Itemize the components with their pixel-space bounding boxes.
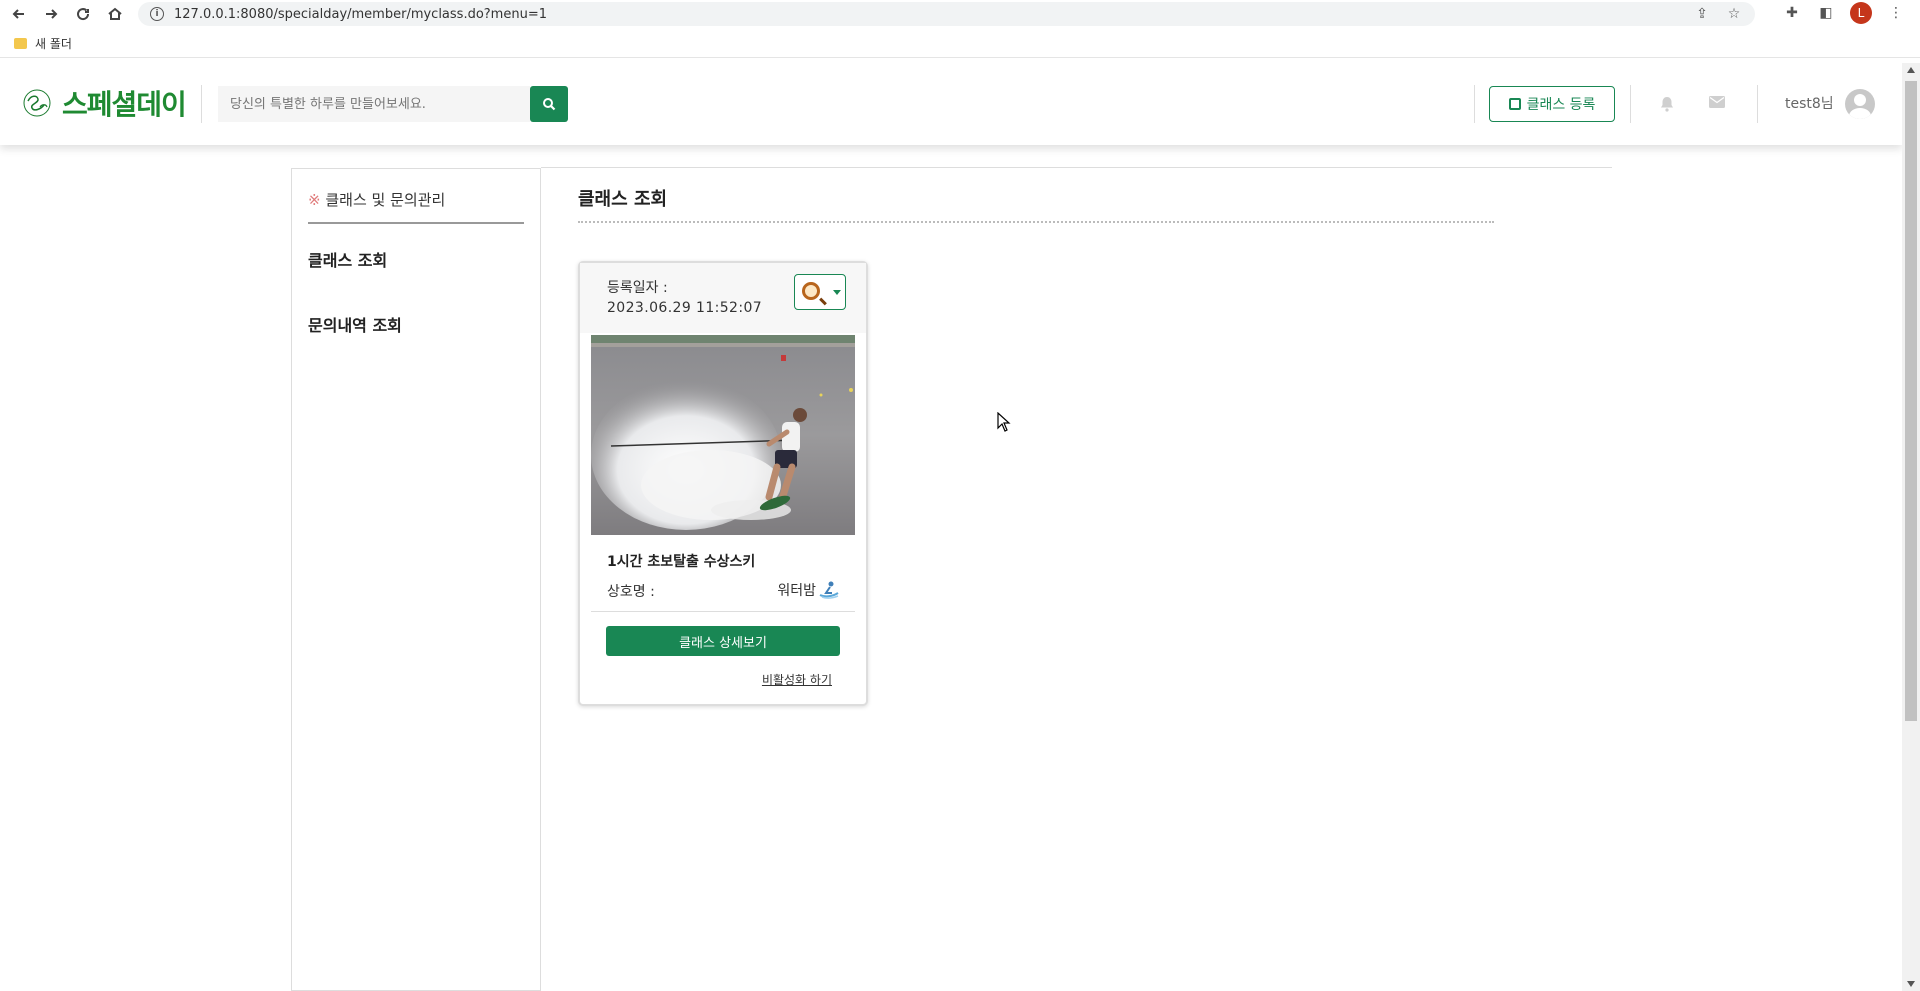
- card-divider: [591, 611, 855, 612]
- deactivate-link[interactable]: 비활성화 하기: [762, 671, 832, 688]
- card-options-dropdown[interactable]: [794, 274, 846, 310]
- scroll-up-icon[interactable]: [1907, 67, 1915, 73]
- logo-mark: [18, 87, 56, 119]
- back-icon[interactable]: [6, 1, 32, 27]
- chevron-down-icon: [833, 290, 841, 295]
- url-text: 127.0.0.1:8080/specialday/member/myclass…: [174, 6, 547, 22]
- username[interactable]: test8님: [1785, 93, 1834, 113]
- divider: [1630, 85, 1631, 123]
- bookmark-star-icon[interactable]: ☆: [1725, 5, 1743, 23]
- sidebar-item-class-list[interactable]: 클래스 조회: [308, 247, 387, 271]
- sidebar-title: ※ 클래스 및 문의관리: [308, 191, 446, 209]
- scroll-down-icon[interactable]: [1907, 981, 1915, 987]
- sidebar-divider: [308, 222, 524, 224]
- register-class-button[interactable]: 클래스 등록: [1489, 86, 1615, 122]
- bookmarks-bar: 새 폴더: [0, 30, 1920, 58]
- water-ski-icon: [819, 581, 839, 599]
- calendar-plus-icon: [1508, 98, 1521, 110]
- card-header: 등록일자 : 2023.06.29 11:52:07: [580, 263, 866, 333]
- bell-icon[interactable]: [1660, 96, 1674, 116]
- divider: [541, 167, 1612, 168]
- class-card: 등록일자 : 2023.06.29 11:52:07 1시간 초보탈출 수상스키…: [578, 261, 868, 706]
- logo-text: 스페셜데이: [62, 88, 187, 121]
- page-title: 클래스 조회: [578, 189, 668, 210]
- folder-icon: [14, 38, 27, 49]
- page: 스페셜데이 클래스 등록 test8님 ※ 클래스 및 문의: [0, 63, 1902, 991]
- class-detail-button[interactable]: 클래스 상세보기: [606, 626, 840, 656]
- search-input[interactable]: [218, 86, 530, 122]
- scrollbar-thumb[interactable]: [1905, 81, 1917, 721]
- mouse-cursor-icon: [997, 412, 1011, 432]
- title-divider: [578, 221, 1494, 223]
- browser-toolbar: i 127.0.0.1:8080/specialday/member/mycla…: [0, 0, 1920, 28]
- search-bar: [218, 86, 568, 122]
- company-name: 워터밤: [777, 579, 840, 601]
- reload-icon[interactable]: [70, 1, 96, 27]
- sidebar-item-inquiries[interactable]: 문의내역 조회: [308, 312, 402, 336]
- menu-kebab-icon[interactable]: ⋮: [1886, 2, 1906, 24]
- bookmark-folder[interactable]: 새 폴더: [35, 35, 72, 52]
- forward-icon[interactable]: [38, 1, 64, 27]
- extensions-icon[interactable]: ✚: [1782, 2, 1802, 24]
- side-panel-icon[interactable]: ◧: [1816, 2, 1836, 24]
- profile-avatar[interactable]: L: [1850, 2, 1872, 24]
- class-title[interactable]: 1시간 초보탈출 수상스키: [607, 551, 755, 571]
- divider: [201, 85, 202, 123]
- home-icon[interactable]: [102, 1, 128, 27]
- registered-date: 2023.06.29 11:52:07: [607, 300, 763, 316]
- search-button[interactable]: [530, 86, 568, 122]
- magnifier-icon: [802, 282, 820, 300]
- mail-icon[interactable]: [1709, 96, 1725, 112]
- site-logo[interactable]: 스페셜데이: [18, 83, 187, 123]
- registered-date-label: 등록일자 :: [607, 280, 668, 296]
- search-icon: [543, 98, 556, 111]
- address-bar[interactable]: i 127.0.0.1:8080/specialday/member/mycla…: [138, 2, 1755, 26]
- site-header: 스페셜데이 클래스 등록 test8님: [0, 63, 1902, 145]
- share-icon[interactable]: ⇪: [1693, 5, 1711, 23]
- page-scrollbar[interactable]: [1902, 63, 1920, 991]
- sidebar: ※ 클래스 및 문의관리 클래스 조회 문의내역 조회: [291, 168, 541, 991]
- divider: [1474, 85, 1475, 123]
- info-icon[interactable]: i: [150, 7, 164, 21]
- company-label: 상호명 :: [607, 584, 655, 600]
- avatar[interactable]: [1845, 89, 1875, 119]
- register-class-label: 클래스 등록: [1526, 97, 1596, 113]
- divider: [1757, 85, 1758, 123]
- class-thumbnail[interactable]: [591, 335, 855, 535]
